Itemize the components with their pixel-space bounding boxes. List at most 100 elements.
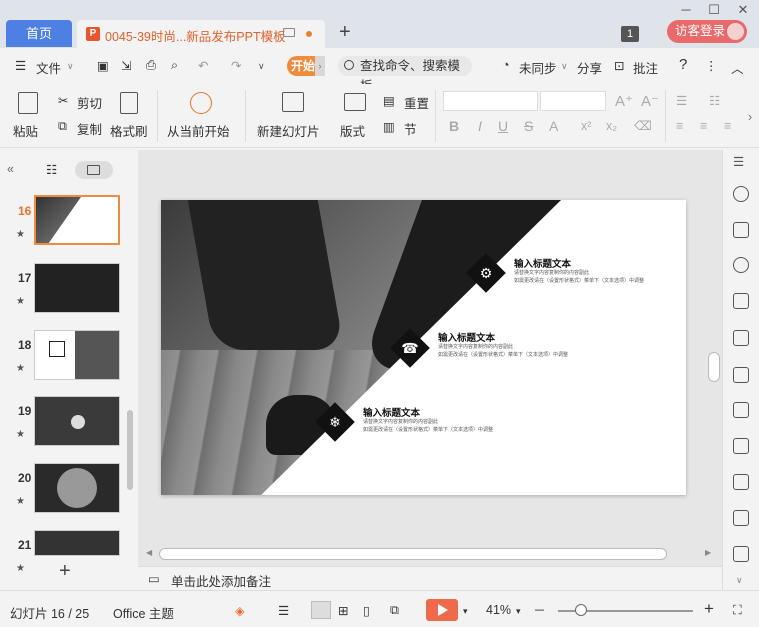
clear-format-icon[interactable]: ⌫	[634, 118, 652, 133]
quick-access-chevron-icon[interactable]: ∨	[258, 61, 265, 72]
superscript-icon[interactable]: x²	[581, 119, 591, 133]
section-button[interactable]: 节	[404, 119, 417, 138]
sync-status[interactable]: 未同步	[519, 58, 557, 77]
tab-document[interactable]: P 0045-39时尚...新品发布PPT模板	[77, 20, 325, 48]
slideshow-play-button[interactable]	[426, 599, 458, 621]
vertical-scrollbar[interactable]	[708, 352, 720, 382]
slide-thumbnail-17[interactable]	[34, 263, 120, 313]
scroll-left-icon[interactable]: ◀	[146, 548, 152, 557]
more-options-icon[interactable]: ⋮	[705, 58, 718, 73]
cut-button[interactable]: 剪切	[77, 93, 102, 112]
slide-thumbnail-20[interactable]	[34, 463, 120, 513]
font-family-select[interactable]	[443, 91, 538, 111]
font-color-button[interactable]: A	[549, 118, 558, 134]
file-chevron-down-icon[interactable]: ∨	[67, 61, 74, 72]
format-painter-button[interactable]: 格式刷	[110, 121, 148, 140]
sync-chevron-icon[interactable]: ∨	[561, 61, 568, 72]
play-from-current-icon[interactable]	[190, 92, 212, 114]
paste-icon[interactable]	[18, 92, 38, 114]
magic-icon[interactable]	[733, 186, 749, 202]
window-count-badge[interactable]: 1	[621, 26, 639, 42]
chart-icon[interactable]	[733, 367, 749, 383]
zoom-in-button[interactable]: +	[704, 599, 714, 619]
slide-thumbnail-21[interactable]	[34, 530, 120, 556]
image-search-icon[interactable]	[733, 438, 749, 454]
item-title[interactable]: 输入标题文本	[438, 330, 495, 344]
save-icon[interactable]: ▣	[97, 58, 109, 73]
current-slide[interactable]: ⚙ 输入标题文本 请替换文字内容复制你的内容副此 如需更改请在（设置形状格式）菜…	[161, 200, 686, 495]
item-desc[interactable]: 如需更改请在（设置形状格式）菜单下（文本选项）中调整	[438, 351, 568, 359]
print-icon[interactable]: ⎙	[146, 58, 156, 73]
comment-button[interactable]: 批注	[633, 58, 658, 77]
notes-toggle-icon[interactable]: ☰	[278, 603, 289, 618]
zoom-level[interactable]: 41%	[486, 603, 511, 617]
redo-icon[interactable]: ↷	[231, 58, 241, 73]
ribbon-scroll-right-icon[interactable]: ›	[748, 110, 752, 124]
item-desc[interactable]: 请替换文字内容复制你的内容副此	[514, 269, 589, 277]
align-center-icon[interactable]: ≡	[700, 119, 707, 133]
slide-thumbnail-16[interactable]	[34, 195, 120, 245]
item-desc[interactable]: 如需更改请在（设置形状格式）菜单下（文本选项）中调整	[363, 426, 493, 434]
image-icon[interactable]	[733, 546, 749, 562]
text-style-icon[interactable]	[733, 293, 749, 309]
notes-bar[interactable]: ▭ 单击此处添加备注	[138, 566, 722, 590]
share-out-icon[interactable]	[733, 474, 749, 490]
beautify-icon[interactable]: ◈	[235, 603, 245, 618]
file-menu[interactable]: 文件	[36, 58, 61, 77]
fit-window-icon[interactable]: ⛶	[733, 603, 742, 618]
ribbon-scroll-right-icon[interactable]: ›	[315, 56, 325, 76]
slide-thumbnail-18[interactable]	[34, 330, 120, 380]
reading-view-icon[interactable]: ▯	[363, 603, 370, 618]
font-size-select[interactable]	[540, 91, 606, 111]
paste-button[interactable]: 粘贴	[13, 121, 38, 140]
thumbnail-view-toggle[interactable]	[75, 161, 113, 179]
notes-placeholder[interactable]: 单击此处添加备注	[171, 571, 271, 590]
layout-icon[interactable]	[344, 93, 366, 111]
align-left-icon[interactable]: ≡	[676, 119, 683, 133]
slideshow-chevron-icon[interactable]: ▾	[463, 606, 468, 617]
slide-thumbnail-19[interactable]	[34, 396, 120, 446]
item-title[interactable]: 输入标题文本	[363, 405, 420, 419]
outline-view-icon[interactable]: ☷	[46, 162, 57, 177]
decrease-font-icon[interactable]: A⁻	[641, 92, 659, 110]
play-from-current-button[interactable]: 从当前开始	[167, 121, 230, 140]
close-button[interactable]: ✕	[731, 0, 755, 20]
numbering-icon[interactable]: ☷	[709, 93, 720, 108]
undo-icon[interactable]: ↶	[198, 58, 208, 73]
align-right-icon[interactable]: ≡	[724, 119, 731, 133]
zoom-out-button[interactable]: ─	[535, 603, 544, 617]
normal-view-icon[interactable]	[311, 601, 331, 619]
adjust-icon[interactable]	[733, 402, 749, 418]
chevron-down-icon[interactable]: ∨	[736, 575, 743, 586]
add-slide-button[interactable]: +	[59, 560, 71, 583]
minimize-button[interactable]: ─	[674, 0, 698, 20]
share-button[interactable]: 分享	[577, 58, 602, 77]
collapse-panel-icon[interactable]: «	[7, 162, 14, 176]
shapes-icon[interactable]	[733, 257, 749, 273]
subscript-icon[interactable]: x₂	[606, 119, 617, 133]
tab-home[interactable]: 首页	[6, 20, 72, 47]
horizontal-scrollbar[interactable]	[159, 548, 667, 560]
box-icon[interactable]	[733, 510, 749, 526]
item-desc[interactable]: 如需更改请在（设置形状格式）菜单下（文本选项）中调整	[514, 277, 644, 285]
layout-button[interactable]: 版式	[340, 121, 365, 140]
panel-menu-icon[interactable]: ☰	[733, 154, 744, 169]
thumbnail-scrollbar[interactable]	[127, 410, 133, 490]
item-title[interactable]: 输入标题文本	[514, 256, 571, 270]
new-slide-icon[interactable]	[282, 92, 304, 112]
collapse-ribbon-icon[interactable]: ︿	[731, 58, 744, 77]
strikethrough-button[interactable]: S	[524, 118, 533, 134]
format-painter-icon[interactable]	[120, 92, 138, 114]
layers-icon[interactable]	[733, 222, 749, 238]
tab-start[interactable]: 开始	[287, 56, 315, 76]
new-tab-button[interactable]: +	[339, 21, 351, 44]
slide-sorter-icon[interactable]: ⊞	[338, 603, 348, 618]
grid-icon[interactable]	[733, 330, 749, 346]
presenter-view-icon[interactable]: ⧉	[390, 603, 399, 618]
scroll-right-icon[interactable]: ▶	[705, 548, 711, 557]
bullets-icon[interactable]: ☰	[676, 93, 687, 108]
help-button[interactable]: ?	[679, 56, 687, 73]
maximize-button[interactable]: ☐	[702, 0, 726, 20]
print-preview-icon[interactable]: ⌕	[171, 58, 178, 73]
zoom-chevron-icon[interactable]: ▾	[516, 606, 521, 617]
